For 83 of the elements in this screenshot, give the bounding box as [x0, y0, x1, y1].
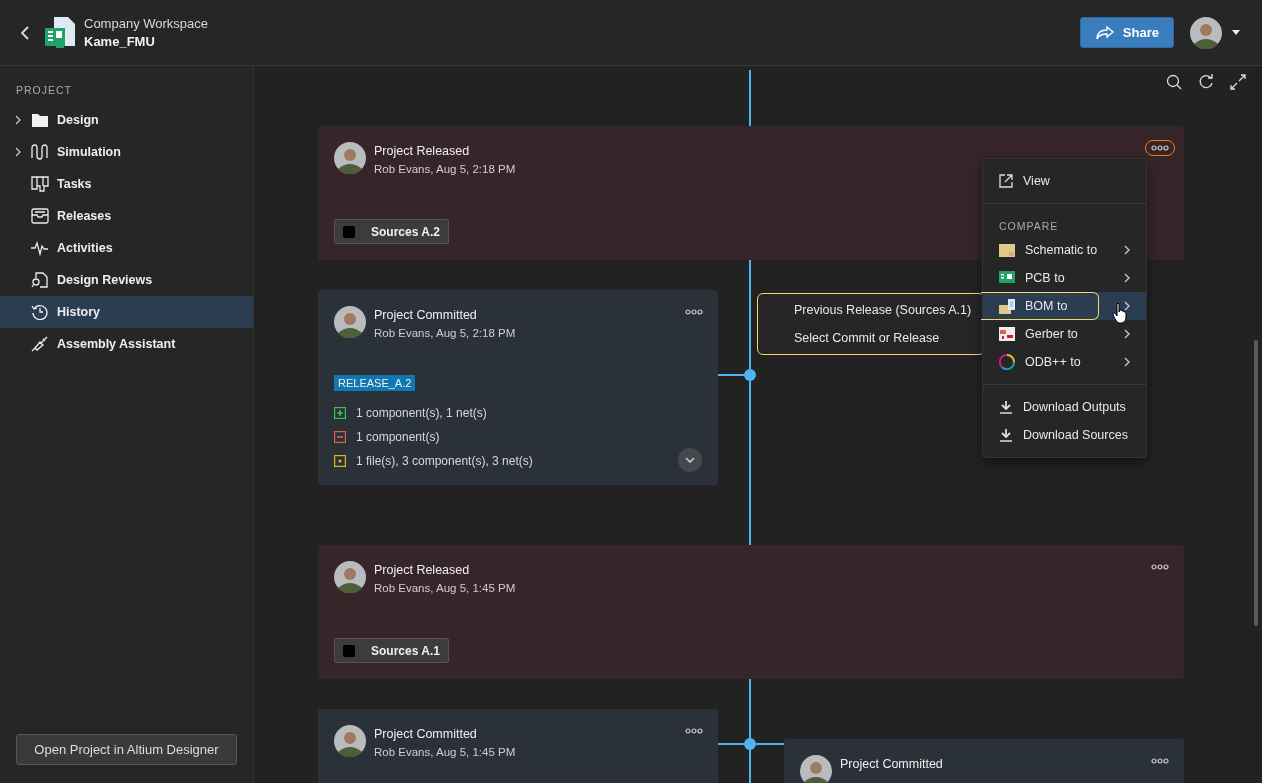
sidebar-item[interactable]: Design [0, 104, 253, 136]
gerber-icon [999, 327, 1015, 341]
release-tag[interactable]: Sources A.1 [334, 638, 449, 663]
sidebar-item[interactable]: Tasks [0, 168, 253, 200]
bom-icon [999, 298, 1015, 314]
download-icon [999, 428, 1013, 442]
more-icon [1151, 564, 1169, 570]
timeline-connector [718, 738, 756, 750]
menu-item[interactable]: Schematic to [983, 236, 1146, 264]
menu-item[interactable]: View [983, 167, 1146, 195]
event-title: Project Released [374, 144, 471, 158]
chevron-icon[interactable] [15, 115, 21, 125]
share-icon [1094, 24, 1115, 41]
download-icon [999, 400, 1013, 414]
chevron-down-icon [685, 457, 695, 463]
event-title: Project Committed [374, 308, 478, 322]
release-tag[interactable]: Sources A.2 [334, 219, 449, 244]
release-label: RELEASE_A.2 [334, 375, 416, 391]
pcb-icon [999, 271, 1015, 285]
open-project-button[interactable]: Open Project in Altium Designer [16, 734, 237, 765]
submenu-item[interactable]: Select Commit or Release [758, 324, 984, 352]
share-button[interactable]: Share [1079, 17, 1174, 48]
more-icon [685, 728, 703, 734]
probe-icon [31, 336, 49, 352]
event-title: Project Committed [840, 757, 944, 771]
avatar [334, 561, 366, 593]
event-title: Project Released [374, 563, 471, 577]
ring-icon [999, 354, 1015, 370]
history-icon [31, 304, 49, 320]
minus-square-icon [334, 431, 346, 443]
tray-icon [31, 208, 49, 224]
sidebar-item[interactable]: Design Reviews [0, 264, 253, 296]
menu-item[interactable]: Download Sources [983, 421, 1146, 449]
menu-item[interactable]: ODB++ to [983, 348, 1146, 376]
menu-item[interactable]: Download Outputs [983, 393, 1146, 421]
menu-heading: COMPARE [998, 219, 1060, 234]
schematic-icon [999, 243, 1015, 257]
pcb-file-icon [44, 15, 76, 50]
caret-icon[interactable] [1232, 30, 1240, 35]
expand-icon[interactable] [1230, 74, 1246, 90]
sidebar-item[interactable]: Assembly Assistant [0, 328, 253, 360]
scrollbar[interactable] [1254, 340, 1258, 626]
folder-icon [31, 112, 49, 128]
project-name: Kame_FMU [84, 34, 156, 49]
section-heading: PROJECT [15, 84, 73, 96]
event-meta: Rob Evans, Aug 5, 1:45 PM [374, 582, 517, 594]
sidebar-item[interactable]: Activities [0, 232, 253, 264]
board-icon [31, 176, 49, 192]
avatar [800, 755, 832, 783]
avatar [334, 725, 366, 757]
menu-item[interactable]: PCB to [983, 264, 1146, 292]
refresh-icon[interactable] [1198, 74, 1214, 90]
pulse-icon [31, 240, 49, 256]
change-summary: 1 component(s), 1 net(s) [356, 406, 487, 420]
chevron-icon[interactable] [15, 147, 21, 157]
avatar [1190, 16, 1222, 49]
more-icon [1151, 145, 1169, 151]
document-search-icon [31, 272, 49, 288]
expand-button[interactable] [678, 448, 702, 472]
workspace-name: Company Workspace [84, 16, 209, 31]
timeline-connector [718, 369, 756, 381]
event-meta: Rob Evans, Aug 5, 1:45 PM [374, 746, 517, 758]
menu-item[interactable]: Gerber to [983, 320, 1146, 348]
sidebar-item[interactable]: Releases [0, 200, 253, 232]
more-icon [1151, 758, 1169, 764]
change-summary: 1 file(s), 3 component(s), 3 net(s) [356, 454, 533, 468]
plus-square-icon [334, 407, 346, 419]
sidebar-item[interactable]: History [0, 296, 253, 328]
event-meta: Rob Evans, Aug 5, 2:18 PM [374, 327, 517, 339]
external-link-icon [999, 174, 1013, 188]
sidebar-item[interactable]: Simulation [0, 136, 253, 168]
event-title: Project Committed [374, 727, 478, 741]
event-meta: Rob Evans, Aug 5, 2:18 PM [374, 163, 517, 175]
dot-square-icon [334, 455, 346, 467]
submenu-item[interactable]: Previous Release (Sources A.1) [758, 296, 984, 324]
change-summary: 1 component(s) [356, 430, 440, 444]
search-icon[interactable] [1166, 74, 1182, 90]
more-icon [685, 309, 703, 315]
back-icon[interactable] [20, 24, 30, 41]
waveform-icon [31, 144, 49, 160]
avatar [334, 306, 366, 338]
hand-cursor-icon [1112, 302, 1128, 324]
avatar [334, 142, 366, 174]
